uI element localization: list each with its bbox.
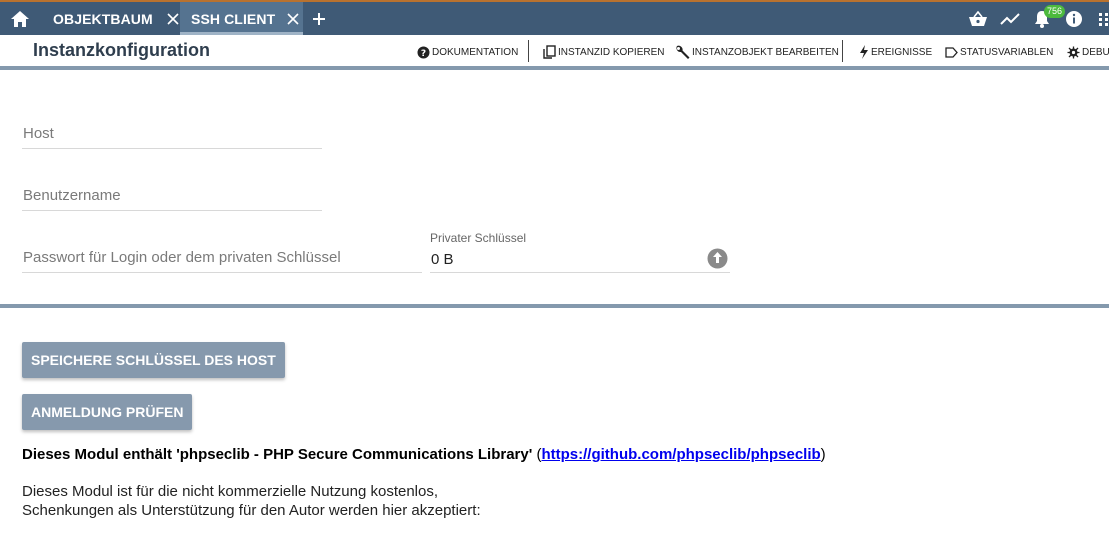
private-key-value: 0 B	[431, 251, 454, 268]
close-icon[interactable]	[287, 12, 299, 25]
close-icon[interactable]	[167, 12, 179, 25]
copy-instance-id-label: INSTANZID KOPIEREN	[558, 46, 665, 58]
header-divider	[0, 66, 1109, 70]
tab-objektbaum[interactable]: OBJEKTBAUM	[40, 2, 180, 35]
upload-icon[interactable]	[707, 248, 728, 274]
edit-instance-object-button[interactable]: INSTANZOBJEKT BEARBEITEN	[675, 43, 839, 61]
plus-icon	[313, 12, 325, 25]
copy-icon	[543, 45, 556, 59]
tag-icon	[945, 46, 958, 58]
section-divider	[0, 304, 1109, 308]
home-icon	[11, 10, 29, 27]
copy-instance-id-button[interactable]: INSTANZID KOPIEREN	[543, 43, 665, 61]
apps-menu-button[interactable]	[1097, 2, 1109, 35]
host-field[interactable]: Host	[22, 118, 322, 149]
info-icon	[1066, 10, 1082, 27]
tab-label: OBJEKTBAUM	[53, 10, 153, 27]
chart-button[interactable]	[999, 2, 1021, 35]
events-button[interactable]: EREIGNISSE	[859, 43, 932, 61]
toolbar-divider	[528, 40, 529, 62]
password-placeholder: Passwort für Login oder dem privaten Sch…	[23, 249, 341, 266]
info-button[interactable]	[1064, 2, 1084, 35]
debug-button[interactable]: DEBUG	[1067, 43, 1109, 61]
license-text-line-2: Schenkungen als Unterstützung für den Au…	[22, 502, 481, 519]
phpseclib-link[interactable]: https://github.com/phpseclib/phpseclib	[541, 446, 820, 463]
documentation-label: DOKUMENTATION	[432, 46, 519, 58]
status-variables-label: STATUSVARIABLEN	[960, 46, 1054, 58]
password-field[interactable]: Passwort für Login oder dem privaten Sch…	[22, 242, 422, 273]
username-placeholder: Benutzername	[23, 187, 121, 204]
save-host-key-button[interactable]: SPEICHERE SCHLÜSSEL DES HOST	[22, 342, 285, 378]
basket-icon	[969, 10, 987, 26]
library-notice-text: Dieses Modul enthält 'phpseclib - PHP Se…	[22, 446, 533, 463]
instance-toolbar: Instanzkonfiguration ? DOKUMENTATION INS…	[0, 35, 1109, 66]
top-tab-bar: OBJEKTBAUM SSH CLIENT 756	[0, 0, 1109, 35]
private-key-field[interactable]	[430, 242, 730, 273]
license-text-line-1: Dieses Modul ist für die nicht kommerzie…	[22, 483, 439, 500]
bug-icon	[1067, 46, 1080, 59]
tab-label: SSH CLIENT	[191, 10, 276, 27]
notification-count-badge: 756	[1044, 5, 1066, 18]
add-tab-button[interactable]	[308, 2, 330, 35]
events-label: EREIGNISSE	[871, 46, 933, 58]
help-circle-icon: ?	[417, 46, 430, 59]
status-variables-button[interactable]: STATUSVARIABLEN	[945, 43, 1053, 61]
page-title: Instanzkonfiguration	[33, 40, 210, 60]
host-placeholder: Host	[23, 125, 54, 142]
wrench-icon	[675, 45, 690, 60]
home-button[interactable]	[0, 2, 40, 35]
paren-close: )	[820, 446, 826, 463]
edit-instance-object-label: INSTANZOBJEKT BEARBEITEN	[692, 46, 839, 58]
toolbar-divider	[842, 40, 843, 62]
documentation-button[interactable]: ? DOKUMENTATION	[417, 43, 518, 61]
trend-chart-icon	[1000, 12, 1020, 25]
username-field[interactable]: Benutzername	[22, 180, 322, 211]
library-notice: Dieses Modul enthält 'phpseclib - PHP Se…	[22, 446, 826, 463]
basket-button[interactable]	[967, 2, 989, 35]
svg-text:?: ?	[421, 49, 426, 59]
debug-label: DEBUG	[1082, 46, 1109, 58]
grid-menu-icon	[1099, 12, 1108, 26]
check-login-button[interactable]: ANMELDUNG PRÜFEN	[22, 394, 193, 430]
tab-ssh-client[interactable]: SSH CLIENT	[180, 2, 303, 35]
lightning-icon	[859, 45, 869, 59]
